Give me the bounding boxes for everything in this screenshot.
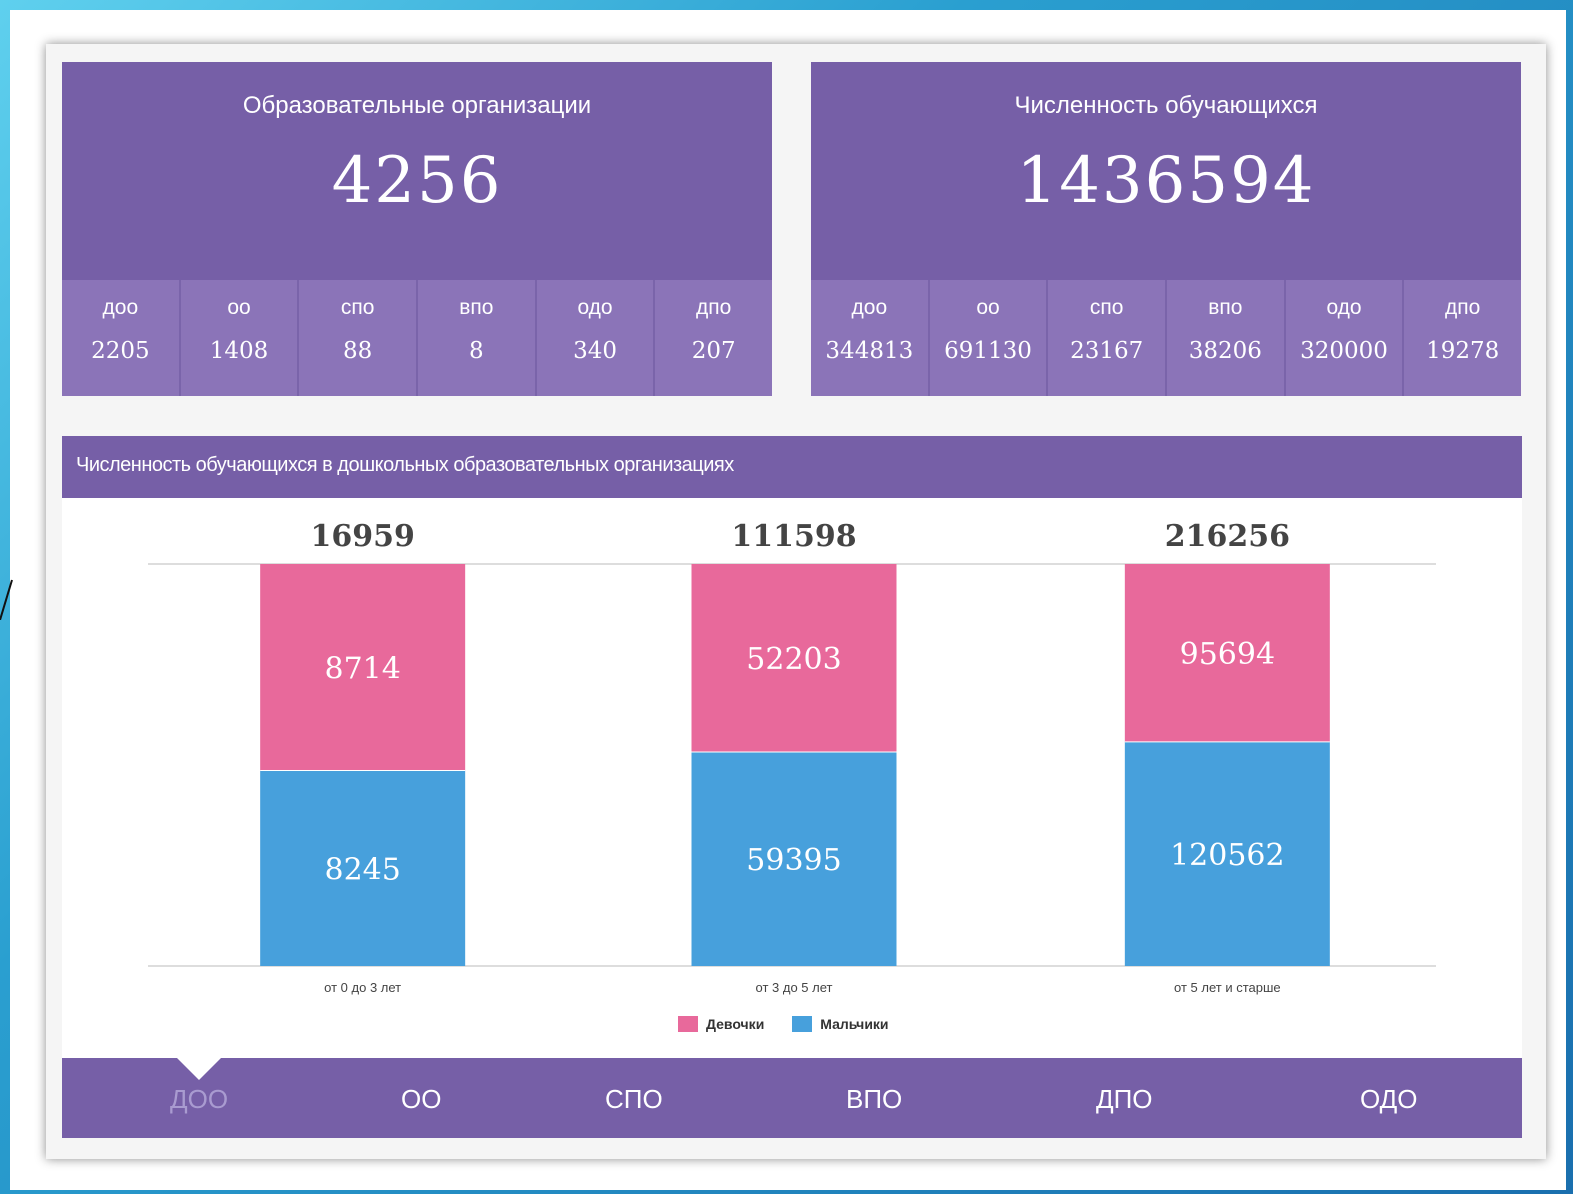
chart-legend: Девочки Мальчики (678, 1014, 909, 1034)
decorative-line (0, 579, 13, 620)
students-value: 38206 (1188, 338, 1262, 364)
org-value: 207 (691, 338, 736, 364)
legend-item-boys: Мальчики (792, 1016, 889, 1032)
organizations-total: 4256 (331, 144, 503, 218)
org-cell-oo: оо 1408 (180, 280, 300, 396)
students-title: Численность обучающихся (1014, 92, 1318, 119)
data-label-girls: 95694 (1180, 637, 1275, 672)
org-label: оо (227, 296, 251, 319)
data-label-girls: 8714 (324, 651, 400, 686)
students-cell-dpo: дпо 19278 (1404, 280, 1522, 396)
students-value: 320000 (1300, 338, 1388, 364)
stacked-bar-chart: 8714 8245 16959 от 0 до 3 лет 52203 59395 1115… (148, 519, 1436, 995)
students-cell-odo: одо 320000 (1285, 280, 1405, 396)
students-cell-spo: спо 23167 (1048, 280, 1168, 396)
organizations-breakdown: доо 2205 оо 1408 спо 88 впо 8 одо 340 дп… (62, 280, 773, 396)
legend-swatch-boys (792, 1016, 813, 1032)
students-cell-oo: оо 691130 (929, 280, 1049, 396)
data-label-boys: 59395 (746, 843, 841, 878)
org-label: впо (459, 296, 494, 319)
legend-label-boys: Мальчики (820, 1016, 889, 1032)
data-label-boys: 8245 (324, 852, 400, 887)
students-label: одо (1326, 296, 1362, 319)
students-cell-doo: доо 344813 (811, 280, 930, 396)
category-tick-label: от 5 лет и старше (1174, 980, 1281, 995)
students-label: дпо (1445, 296, 1481, 319)
students-value: 19278 (1426, 338, 1500, 364)
org-value: 88 (343, 338, 373, 364)
active-tab-pointer (177, 1058, 221, 1080)
org-label: спо (340, 296, 375, 319)
students-cell-vpo: впо 38206 (1167, 280, 1286, 396)
org-cell-dpo: дпо 207 (655, 280, 773, 396)
students-label: впо (1208, 296, 1243, 319)
bar-total-label: 216256 (1165, 519, 1290, 554)
chart-title: Численность обучающихся в дошкольных обр… (76, 454, 734, 476)
organizations-title: Образовательные организации (242, 92, 592, 119)
category-tick-label: от 3 до 5 лет (756, 980, 833, 995)
org-label: дпо (696, 296, 732, 319)
org-label: одо (577, 296, 613, 319)
bar-total-label: 16959 (310, 519, 414, 554)
legend-label-girls: Девочки (706, 1016, 765, 1032)
chart-area: 8714 8245 16959 от 0 до 3 лет 52203 59395 1115… (62, 498, 1522, 1058)
tab-spo[interactable]: СПО (605, 1084, 663, 1115)
org-cell-spo: спо 88 (299, 280, 419, 396)
students-breakdown: доо 344813 оо 691130 спо 23167 впо 38206… (811, 280, 1522, 396)
tab-doo[interactable]: ДОО (170, 1084, 228, 1115)
students-label: спо (1089, 296, 1124, 319)
org-value: 1408 (209, 338, 269, 364)
tab-odo[interactable]: ОДО (1360, 1084, 1417, 1115)
org-cell-vpo: впо 8 (418, 280, 537, 396)
students-value: 691130 (944, 338, 1032, 364)
org-cell-odo: одо 340 (536, 280, 656, 396)
category-tick-label: от 0 до 3 лет (324, 980, 401, 995)
students-value: 23167 (1070, 338, 1144, 364)
students-panel: Численность обучающихся 1436594 доо 3448… (811, 62, 1522, 396)
tab-dpo[interactable]: ДПО (1096, 1084, 1153, 1115)
data-label-girls: 52203 (746, 642, 841, 677)
tab-oo[interactable]: ОО (401, 1084, 441, 1115)
category-tabbar: ДОО ОО СПО ВПО ДПО ОДО (62, 1058, 1522, 1138)
org-label: доо (102, 296, 139, 319)
students-label: доо (851, 296, 888, 319)
students-value: 344813 (825, 338, 914, 364)
data-label-boys: 120562 (1170, 838, 1285, 873)
bar-total-label: 111598 (731, 519, 856, 554)
students-total: 1436594 (1016, 144, 1316, 218)
org-value: 2205 (91, 338, 150, 364)
org-value: 340 (573, 338, 617, 364)
tab-vpo[interactable]: ВПО (846, 1084, 902, 1115)
students-label: оо (976, 296, 1000, 319)
legend-item-girls: Девочки (678, 1016, 764, 1032)
organizations-panel: Образовательные организации 4256 доо 220… (62, 62, 773, 396)
chart-header: Численность обучающихся в дошкольных обр… (62, 436, 1522, 498)
org-cell-doo: доо 2205 (62, 280, 181, 396)
org-value: 8 (469, 338, 484, 364)
legend-swatch-girls (678, 1016, 698, 1032)
